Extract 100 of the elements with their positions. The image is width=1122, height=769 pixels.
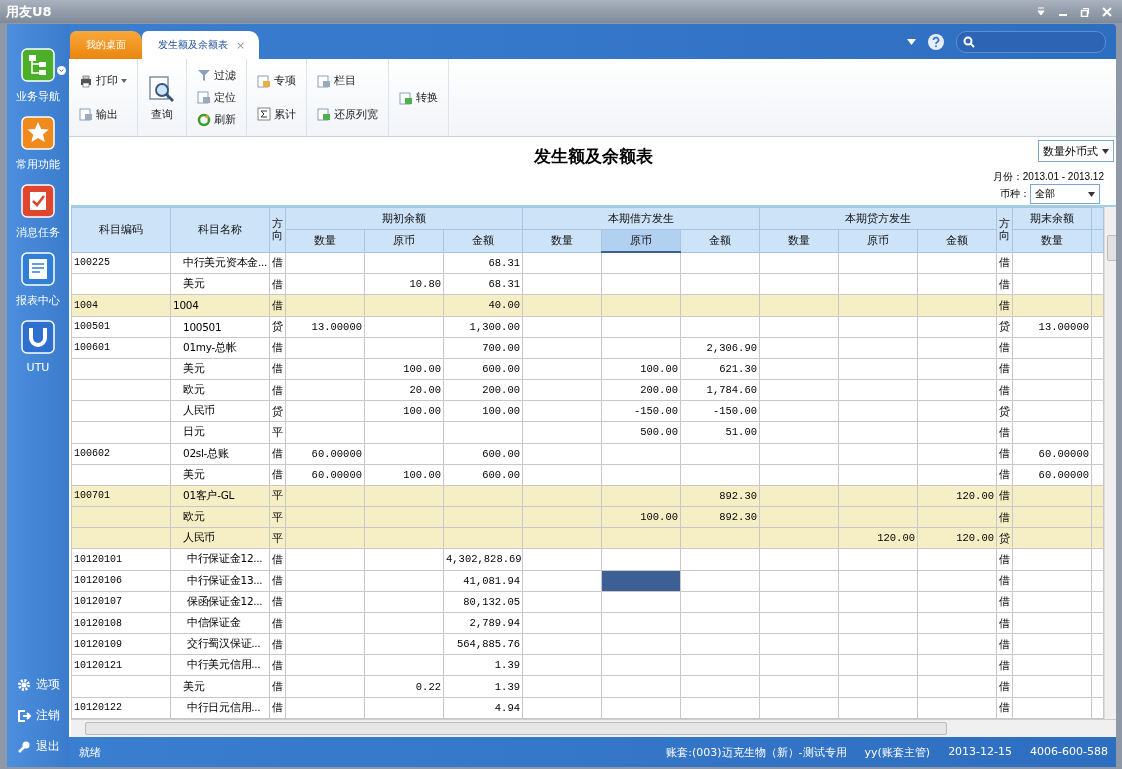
horizontal-scrollbar[interactable]	[71, 719, 1116, 737]
sidebar-item[interactable]: UTU	[26, 361, 50, 374]
toolbar-button[interactable]: 输出	[77, 105, 129, 123]
printer-icon	[79, 73, 93, 88]
table-cell: 借	[999, 616, 1011, 630]
table-cell: 借	[272, 701, 283, 715]
column-header[interactable]: 科目编码	[71, 207, 171, 252]
month-label: 月份：	[992, 171, 1023, 182]
sidebar-link[interactable]: 注销	[35, 707, 60, 724]
table-cell: 中行保证金13...	[187, 573, 263, 586]
toolbar-button[interactable]: 栏目	[315, 72, 380, 90]
toolbar-button[interactable]: 专项	[255, 72, 298, 90]
table-cell: 借	[999, 680, 1011, 693]
currency-dropdown[interactable]: 全部	[1030, 184, 1100, 204]
user-info: yy(账套主管)	[864, 744, 931, 760]
table-cell: 60.00000	[311, 468, 362, 481]
sidebar-link[interactable]: 退出	[35, 738, 60, 755]
table-cell: 10.80	[409, 278, 441, 291]
table-cell: 10120122	[74, 702, 122, 714]
table-cell: 借	[272, 616, 283, 630]
toolbar-button[interactable]: 定位	[195, 89, 238, 106]
table-cell: 2,306.90	[706, 341, 758, 354]
table-cell: 01my-总帐	[183, 340, 237, 353]
dropdown-icon[interactable]	[907, 38, 916, 45]
settings-icon[interactable]	[16, 677, 31, 692]
table-cell: 欧元	[183, 383, 205, 396]
table-cell: 中行保证金12...	[187, 552, 263, 565]
table-cell: 借	[999, 701, 1011, 715]
month-value: 2013.01 - 2013.12	[1022, 171, 1104, 182]
sidebar-item[interactable]: 业务导航	[16, 89, 60, 104]
table-cell: 100501	[183, 320, 222, 333]
table-cell: 借	[999, 574, 1011, 588]
table-cell: 120.00	[877, 532, 916, 545]
sidebar-item[interactable]: 报表中心	[16, 293, 60, 308]
table-cell: 100701	[74, 490, 110, 502]
column-header[interactable]: 方向	[996, 207, 1013, 252]
report-title: 发生额及余额表	[534, 145, 653, 168]
table-cell: 中行日元信用...	[187, 700, 261, 713]
toolbar-button[interactable]: 过滤	[195, 66, 238, 84]
table-cell: 借	[999, 595, 1011, 609]
tree-icon[interactable]	[21, 48, 55, 84]
dropdown-icon[interactable]	[57, 66, 66, 75]
table-cell: 1,300.00	[469, 320, 521, 333]
format-dropdown[interactable]: 数量外币式	[1038, 140, 1114, 162]
table-cell: 100.00	[482, 405, 521, 418]
caret-icon	[1102, 148, 1109, 154]
report-icon[interactable]	[21, 252, 55, 288]
search-field[interactable]	[956, 30, 1106, 53]
table-cell: 100.00	[640, 511, 679, 524]
pin-icon[interactable]	[1036, 6, 1046, 17]
document-icon	[317, 107, 331, 122]
toolbar-button[interactable]: 刷新	[195, 111, 238, 129]
close-icon[interactable]	[1102, 6, 1112, 17]
table-cell: 68.31	[488, 278, 521, 291]
vertical-scrollbar[interactable]	[1104, 207, 1116, 719]
table-cell: 1004	[74, 299, 98, 311]
table-cell: 68.31	[488, 256, 521, 269]
table-cell: 平	[272, 510, 283, 524]
tab[interactable]: 发生额及余额表 ×	[142, 31, 260, 59]
toolbar-button[interactable]: 累计	[255, 105, 298, 123]
table-cell: 借	[999, 553, 1011, 566]
caret-icon	[121, 78, 127, 83]
column-header[interactable]: 科目名称	[170, 207, 270, 252]
column-group-header: 本期贷方发生	[759, 207, 997, 230]
table-cell: 人民币	[183, 404, 216, 417]
table-cell: 借	[272, 468, 283, 482]
table-cell: 2,789.94	[469, 617, 521, 629]
table-cell: 200.00	[640, 384, 679, 397]
column-group-header: 期末余额	[1012, 207, 1092, 230]
table-cell: 借	[999, 468, 1011, 482]
table-cell: 保函保证金12...	[187, 594, 263, 607]
account-info: 账套:(003)迈克生物（新）-测试专用	[666, 744, 847, 760]
table-cell: 借	[272, 277, 283, 291]
checklist-icon[interactable]	[21, 184, 55, 220]
table-cell: 贷	[999, 404, 1011, 418]
key-icon[interactable]	[16, 739, 31, 754]
logout-icon[interactable]	[16, 708, 31, 723]
toolbar-button[interactable]: 打印	[77, 72, 129, 90]
column-group-header: 本期借方发生	[522, 207, 760, 230]
toolbar-button[interactable]: 还原列宽	[315, 105, 380, 123]
table-cell: 借	[999, 447, 1011, 461]
table-cell: 10120101	[74, 554, 122, 565]
table-cell: 美元	[183, 467, 205, 480]
sidebar-item[interactable]: 常用功能	[16, 157, 60, 172]
table-cell: 人民币	[183, 531, 216, 544]
toolbar-button[interactable]: 转换	[397, 89, 440, 106]
table-cell: 1.39	[494, 659, 521, 672]
restore-icon[interactable]	[1080, 6, 1090, 17]
phone-text: 4006-600-588	[1030, 744, 1108, 760]
sidebar-item[interactable]: 消息任务	[16, 225, 60, 240]
u-icon[interactable]	[21, 320, 55, 356]
toolbar-button[interactable]: 查询	[146, 72, 178, 123]
sidebar-link[interactable]: 选项	[35, 676, 60, 693]
table-cell: 13.00000	[311, 320, 362, 333]
window-title: 用友U8	[6, 2, 52, 21]
table-cell: 60.00000	[1038, 468, 1090, 481]
table-cell: 01客户-GL	[183, 488, 235, 501]
table-cell: 60.00000	[1038, 447, 1090, 460]
help-icon[interactable]	[928, 33, 944, 50]
table-cell: 贷	[999, 531, 1011, 545]
